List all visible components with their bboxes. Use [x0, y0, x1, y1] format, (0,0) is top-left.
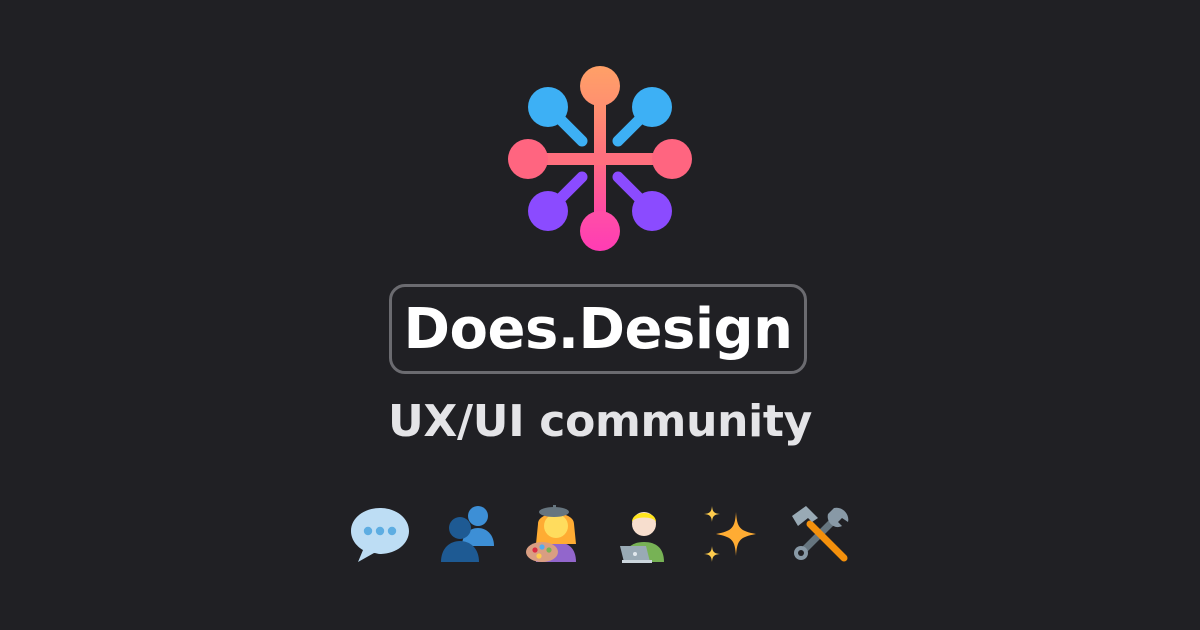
brand-title: Does.Design [403, 296, 794, 362]
speech-bubble-icon [351, 508, 409, 562]
hammer-and-wrench-icon [792, 506, 849, 562]
network-node-icon [508, 66, 692, 251]
artist-icon [526, 505, 576, 562]
technologist-icon [620, 512, 664, 563]
brand-title-box: Does.Design [389, 284, 807, 374]
emoji-row [348, 502, 852, 566]
busts-in-silhouette-icon [441, 506, 494, 562]
sparkles-icon [704, 506, 756, 562]
brand-tagline: UX/UI community [387, 396, 813, 447]
